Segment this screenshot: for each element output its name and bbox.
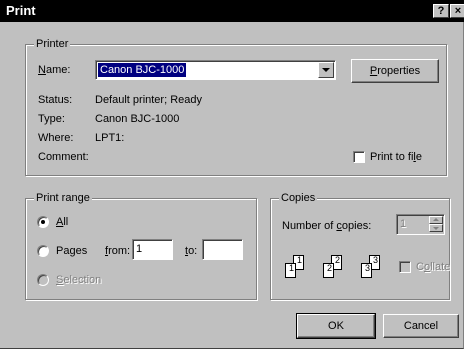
- page-icon: 1: [285, 263, 296, 278]
- cancel-button[interactable]: Cancel: [383, 314, 459, 338]
- printer-name-value: Canon BJC-1000: [98, 63, 187, 77]
- title-bar: Print ? ×: [0, 0, 464, 22]
- status-value: Default printer; Ready: [95, 94, 202, 106]
- number-of-copies-label: Number of copies:: [282, 220, 372, 232]
- collate-label: Collate: [416, 261, 451, 273]
- ok-button[interactable]: OK: [296, 313, 376, 339]
- printer-name-combo[interactable]: Canon BJC-1000: [95, 60, 336, 80]
- print-to-file-checkbox[interactable]: [353, 151, 365, 163]
- selection-label: Selection: [56, 274, 102, 286]
- window-title: Print: [6, 3, 36, 18]
- comment-label: Comment:: [38, 151, 89, 163]
- copies-group-label: Copies: [279, 191, 318, 205]
- print-range-group: Print range All Pages from: 1 to: Select…: [25, 191, 257, 300]
- where-value: LPT1:: [95, 132, 125, 144]
- all-radio[interactable]: [37, 216, 49, 228]
- type-value: Canon BJC-1000: [95, 113, 180, 125]
- type-label: Type:: [38, 113, 65, 125]
- pages-radio[interactable]: [37, 245, 49, 257]
- from-input[interactable]: 1: [132, 239, 173, 260]
- from-label: from:: [105, 245, 131, 257]
- where-label: Where:: [38, 132, 74, 144]
- page-icon: 3: [361, 263, 372, 278]
- spin-up-icon[interactable]: [429, 216, 443, 224]
- all-label[interactable]: All: [56, 215, 68, 229]
- spin-down-icon[interactable]: [429, 224, 443, 232]
- copies-spinner[interactable]: 1: [396, 214, 445, 235]
- print-dialog: Print ? × Printer Name: Canon BJC-1000 P…: [0, 0, 464, 349]
- printer-group: Printer Name: Canon BJC-1000 Properties …: [25, 37, 447, 176]
- print-range-group-label: Print range: [34, 191, 92, 205]
- selection-radio: [37, 274, 49, 286]
- to-input[interactable]: [202, 239, 243, 260]
- page-icon: 2: [323, 263, 334, 278]
- copies-value: 1: [400, 218, 407, 230]
- printer-group-label: Printer: [34, 37, 71, 51]
- close-button[interactable]: ×: [450, 4, 464, 18]
- status-label: Status:: [38, 94, 73, 106]
- chevron-down-icon[interactable]: [318, 62, 334, 78]
- print-to-file-label[interactable]: Print to file: [370, 150, 422, 164]
- from-value: 1: [136, 243, 143, 255]
- name-label: Name:: [38, 64, 71, 76]
- copies-group: Copies Number of copies: 1 1 1 2 2 3 3 C…: [270, 191, 451, 300]
- to-label: to:: [185, 245, 198, 257]
- collate-checkbox: [399, 261, 411, 273]
- help-button[interactable]: ?: [433, 4, 449, 18]
- pages-label[interactable]: Pages: [56, 244, 87, 258]
- collate-illustration: 1 1 2 2 3 3: [285, 255, 395, 283]
- properties-button[interactable]: Properties: [351, 59, 439, 83]
